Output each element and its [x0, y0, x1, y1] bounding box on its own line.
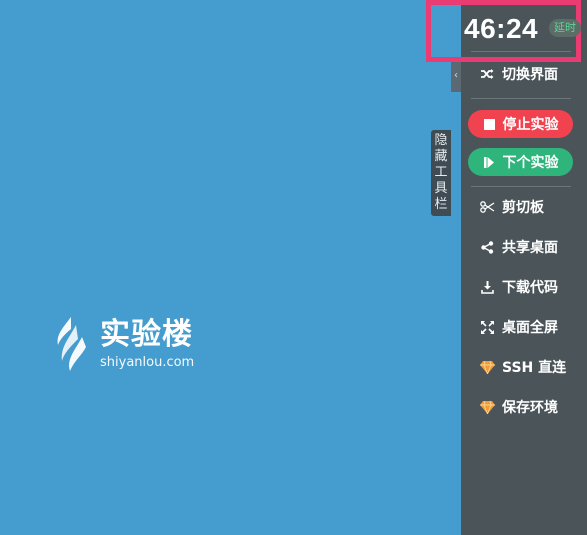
hide-toolbar-char: 具	[434, 181, 448, 196]
ssh-connect-button[interactable]: SSH 直连	[479, 355, 566, 379]
diamond-icon	[479, 399, 495, 415]
next-lab-label: 下个实验	[502, 155, 559, 171]
hide-toolbar-char: 栏	[434, 197, 448, 212]
shiyanlou-logo: 实验楼 shiyanlou.com	[52, 315, 194, 373]
save-environment-button[interactable]: 保存环境	[479, 395, 558, 419]
divider	[471, 186, 571, 187]
save-environment-label: 保存环境	[502, 400, 558, 416]
share-desktop-label: 共享桌面	[502, 240, 558, 256]
countdown-timer: 46:24	[464, 13, 539, 44]
hide-toolbar-char: 藏	[434, 149, 448, 164]
share-desktop-button[interactable]: 共享桌面	[479, 235, 558, 259]
download-code-label: 下载代码	[502, 280, 558, 296]
hide-toolbar-char: 隐	[434, 133, 448, 148]
remote-desktop[interactable]: 实验楼 shiyanlou.com	[0, 0, 451, 535]
lab-toolbar: 46:24 延时 切换界面 停止实验 下个实验 剪切板 共享桌面 下载代码 桌面…	[426, 0, 587, 535]
stop-icon	[483, 118, 496, 131]
fullscreen-label: 桌面全屏	[502, 320, 558, 336]
extend-time-button[interactable]: 延时	[549, 19, 581, 37]
expand-icon	[479, 319, 495, 335]
switch-view-button[interactable]: 切换界面	[479, 62, 558, 86]
step-forward-icon	[483, 156, 496, 169]
collapse-sidebar-handle[interactable]: ‹	[451, 58, 461, 92]
download-code-button[interactable]: 下载代码	[479, 275, 558, 299]
download-icon	[479, 279, 495, 295]
clipboard-label: 剪切板	[502, 200, 544, 216]
stop-lab-button[interactable]: 停止实验	[468, 110, 573, 138]
diamond-icon	[479, 359, 495, 375]
fullscreen-button[interactable]: 桌面全屏	[479, 315, 558, 339]
logo-subtitle: shiyanlou.com	[100, 354, 195, 370]
switch-view-label: 切换界面	[502, 67, 558, 83]
logo-title: 实验楼	[100, 316, 193, 352]
next-lab-button[interactable]: 下个实验	[468, 148, 573, 176]
timer-highlight: 46:24 延时	[426, 0, 581, 62]
lab-workspace: 实验楼 shiyanlou.com ‹ 隐 藏 工 具 栏 46:24 延时 切…	[0, 0, 587, 535]
share-icon	[479, 239, 495, 255]
hide-toolbar-tab[interactable]: 隐 藏 工 具 栏	[431, 130, 451, 216]
chevron-left-icon: ‹	[454, 69, 458, 81]
clipboard-button[interactable]: 剪切板	[479, 195, 544, 219]
divider	[471, 98, 571, 99]
hide-toolbar-char: 工	[434, 165, 448, 180]
shiyanlou-logo-icon	[57, 317, 86, 371]
shuffle-icon	[479, 66, 495, 82]
divider	[471, 51, 571, 52]
ssh-connect-label: SSH 直连	[502, 360, 567, 376]
scissors-icon	[479, 199, 495, 215]
stop-lab-label: 停止实验	[502, 117, 559, 133]
